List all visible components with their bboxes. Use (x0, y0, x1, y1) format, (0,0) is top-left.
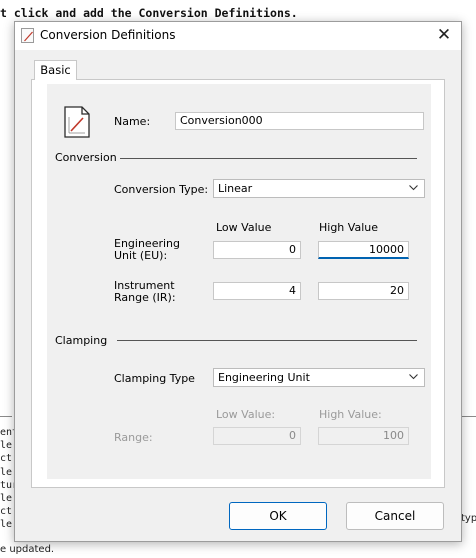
conversion-definitions-dialog: Conversion Definitions ✕ Basic Name: Con… (14, 21, 462, 542)
instrument-range-label: Instrument Range (IR): (114, 280, 176, 303)
tab-basic[interactable]: Basic (34, 60, 77, 80)
close-icon[interactable]: ✕ (427, 22, 461, 50)
ir-label-line2: Range (IR): (114, 290, 176, 304)
document-chart-icon (64, 106, 90, 138)
ir-low-input[interactable]: 4 (213, 282, 301, 300)
engineering-unit-label: Engineering Unit (EU): (114, 238, 180, 261)
name-input[interactable]: Conversion000 (175, 112, 424, 130)
low-value-header: Low Value (216, 221, 272, 234)
range-low-input: 0 (213, 427, 301, 445)
cancel-button[interactable]: Cancel (346, 502, 444, 530)
conversion-separator (120, 158, 417, 159)
chevron-down-icon (409, 374, 418, 380)
title-bar[interactable]: Conversion Definitions ✕ (15, 22, 461, 50)
range-high-input: 100 (318, 427, 409, 445)
conversion-icon (21, 28, 34, 43)
background-rule-right (460, 416, 476, 417)
eu-high-input[interactable]: 10000 (318, 241, 409, 259)
dialog-title: Conversion Definitions (40, 28, 176, 42)
clamping-section-label: Clamping (55, 334, 108, 347)
background-bottom-text: e updated. (0, 544, 55, 555)
name-label: Name: (114, 115, 151, 128)
clamp-low-value-header: Low Value: (216, 408, 276, 421)
background-right-text: typ (461, 513, 476, 524)
clamping-type-value: Engineering Unit (218, 371, 310, 384)
eu-low-input[interactable]: 0 (213, 241, 301, 259)
clamp-high-value-header: High Value: (319, 408, 382, 421)
conversion-type-select[interactable]: Linear (213, 179, 425, 198)
clamping-separator (117, 340, 417, 341)
clamping-type-label: Clamping Type (114, 372, 195, 385)
background-instruction-text: t click and add the Conversion Definitio… (0, 6, 298, 20)
chevron-down-icon (409, 185, 418, 191)
range-label: Range: (114, 431, 153, 444)
basic-group: Name: Conversion000 Conversion Conversio… (47, 84, 431, 479)
background-rule-left (0, 416, 12, 417)
eu-label-line2: Unit (EU): (114, 248, 168, 262)
conversion-type-value: Linear (218, 182, 253, 195)
tab-panel-basic: Name: Conversion000 Conversion Conversio… (31, 79, 445, 488)
ir-high-input[interactable]: 20 (318, 282, 409, 300)
conversion-type-label: Conversion Type: (114, 183, 209, 196)
clamping-type-select[interactable]: Engineering Unit (213, 368, 425, 387)
ok-button[interactable]: OK (229, 502, 327, 530)
conversion-section-label: Conversion (55, 151, 117, 164)
high-value-header: High Value (319, 221, 378, 234)
